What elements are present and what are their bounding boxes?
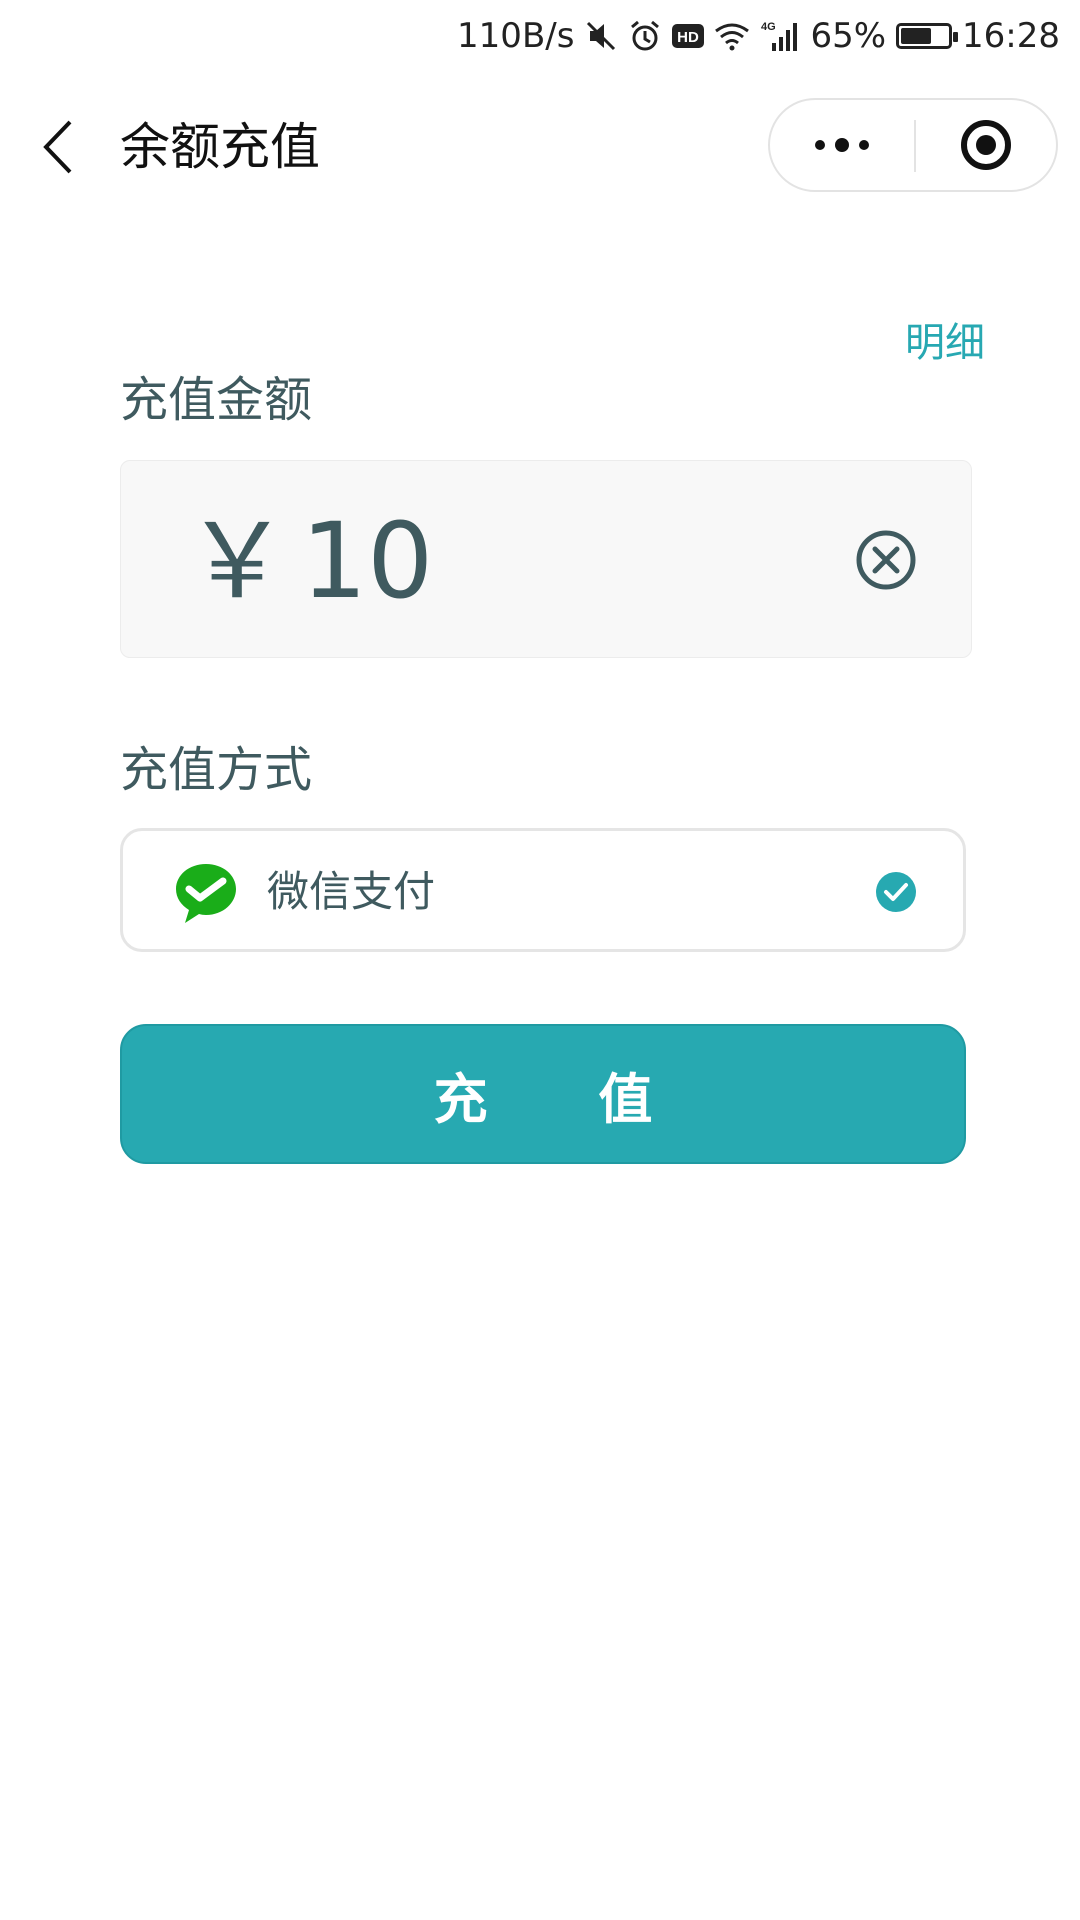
signal-label: 4G — [761, 21, 776, 33]
payment-option-wechat[interactable]: 微信支付 — [120, 828, 966, 952]
back-icon — [43, 120, 72, 174]
hd-icon: HD — [672, 22, 705, 50]
back-button[interactable] — [38, 118, 82, 176]
nav-bar: 余额充值 — [0, 90, 1080, 200]
page-title: 余额充值 — [120, 118, 320, 176]
currency-symbol: ￥ — [185, 500, 290, 622]
selected-check-icon — [876, 872, 916, 912]
amount-label: 充值金额 — [120, 372, 313, 428]
mute-icon — [584, 19, 618, 53]
battery-fill — [901, 28, 931, 44]
amount-value[interactable]: 10 — [301, 501, 433, 621]
alarm-icon — [628, 19, 662, 53]
net-speed: 110B/s — [457, 16, 575, 56]
recharge-button[interactable]: 充 值 — [120, 1024, 966, 1164]
signal-icon: 4G — [760, 19, 800, 53]
battery-icon — [896, 23, 959, 49]
close-miniprogram-icon — [961, 120, 1011, 170]
detail-link[interactable]: 明细 — [905, 310, 985, 368]
payment-method-name: 微信支付 — [267, 867, 436, 916]
clear-circle-icon — [856, 530, 916, 590]
capsule-menu — [768, 98, 1058, 192]
clear-amount-button[interactable] — [855, 529, 917, 591]
close-miniprogram-button[interactable] — [916, 100, 1056, 190]
payment-method-label: 充值方式 — [120, 742, 313, 798]
wifi-icon — [714, 21, 750, 51]
more-icon — [815, 138, 869, 152]
amount-input[interactable]: ￥ 10 — [120, 460, 972, 658]
status-bar: 110B/s HD 4G 65% 16:28 — [0, 0, 1080, 72]
status-icons: 110B/s HD 4G 65% 16:28 — [457, 12, 1060, 60]
more-button[interactable] — [770, 100, 914, 190]
clock: 16:28 — [962, 16, 1060, 56]
battery-percent: 65% — [810, 16, 887, 56]
wechat-pay-icon — [176, 864, 236, 923]
svg-text:HD: HD — [678, 29, 700, 46]
